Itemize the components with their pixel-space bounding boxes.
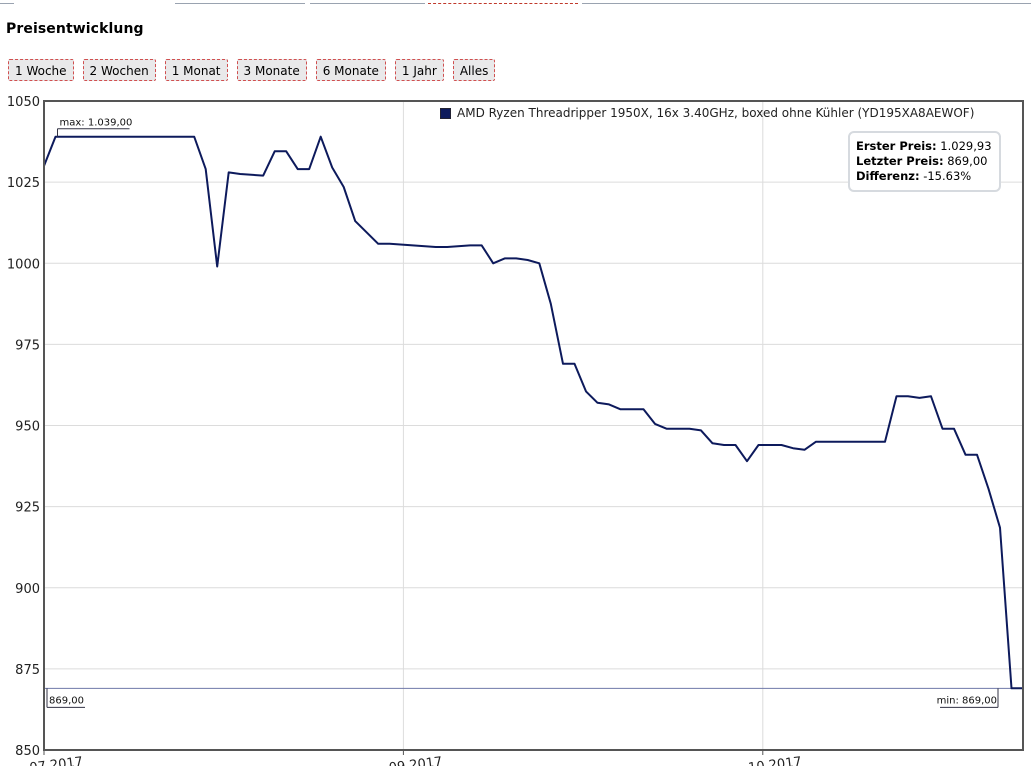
stats-last-value: 869,00	[947, 154, 988, 168]
min-marker-label: min: 869,00	[937, 695, 997, 706]
legend-swatch	[440, 107, 451, 119]
y-tick-label: 1050	[7, 95, 40, 110]
stats-last-label: Letzter Preis:	[856, 154, 944, 168]
stats-first-value: 1.029,93	[940, 139, 992, 153]
stats-last-row: Letzter Preis: 869,00	[856, 154, 993, 169]
stats-first-row: Erster Preis: 1.029,93	[856, 139, 993, 154]
y-tick-label: 900	[15, 582, 40, 597]
y-tick-label: 950	[15, 420, 40, 435]
y-tick-label: 850	[15, 744, 40, 759]
x-tick-label: 09.2017	[388, 755, 443, 766]
price-stats-box: Erster Preis: 1.029,93 Letzter Preis: 86…	[848, 131, 1001, 192]
y-tick-label: 1025	[7, 176, 40, 191]
y-tick-label: 925	[15, 501, 40, 516]
stats-diff-row: Differenz: -15.63%	[856, 169, 993, 184]
chart-legend: AMD Ryzen Threadripper 1950X, 16x 3.40GH…	[440, 106, 974, 120]
y-tick-label: 975	[15, 338, 40, 353]
stats-diff-label: Differenz:	[856, 169, 920, 183]
stats-first-label: Erster Preis:	[856, 139, 937, 153]
y-tick-label: 875	[15, 663, 40, 678]
start-marker-label: 869,00	[49, 695, 84, 706]
x-tick-label: 10.2017	[747, 755, 802, 766]
y-tick-label: 1000	[7, 257, 40, 272]
legend-label: AMD Ryzen Threadripper 1950X, 16x 3.40GH…	[457, 106, 975, 120]
max-marker-label: max: 1.039,00	[60, 118, 133, 129]
stats-diff-value: -15.63%	[923, 169, 972, 183]
